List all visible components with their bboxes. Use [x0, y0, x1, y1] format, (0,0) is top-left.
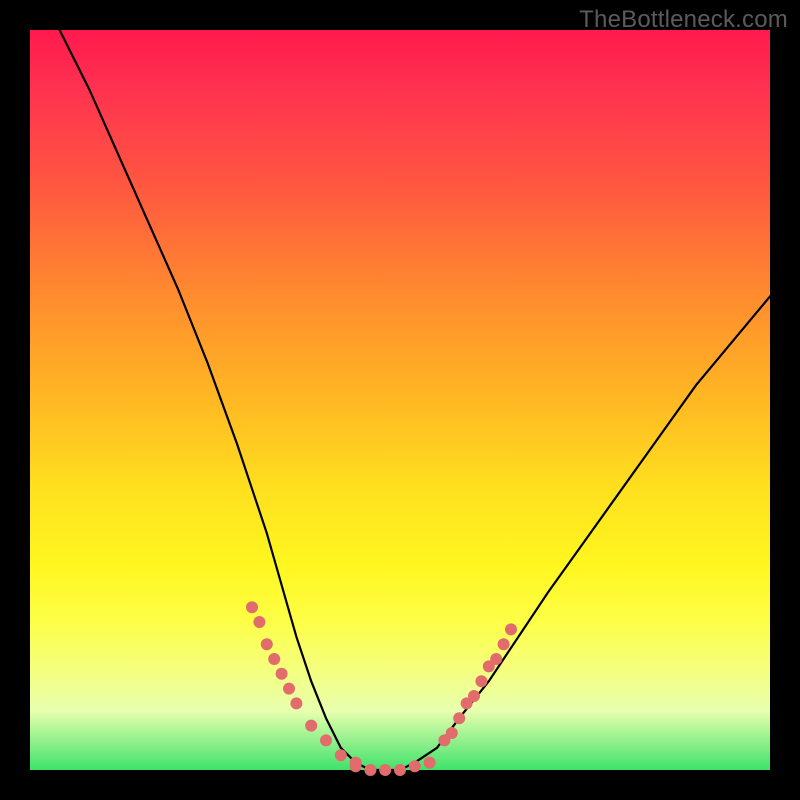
- data-point: [394, 764, 406, 776]
- data-point: [283, 683, 295, 695]
- data-point: [468, 690, 480, 702]
- data-point: [498, 638, 510, 650]
- bottleneck-curve: [60, 30, 770, 770]
- data-point: [290, 697, 302, 709]
- data-point: [490, 653, 502, 665]
- data-point: [268, 653, 280, 665]
- chart-overlay: [30, 30, 770, 770]
- data-point: [446, 727, 458, 739]
- data-point: [305, 720, 317, 732]
- data-point: [475, 675, 487, 687]
- data-point: [350, 760, 362, 772]
- chart-frame: TheBottleneck.com: [0, 0, 800, 800]
- data-point: [505, 623, 517, 635]
- data-point: [335, 749, 347, 761]
- data-point: [276, 668, 288, 680]
- data-point: [424, 757, 436, 769]
- data-point: [364, 764, 376, 776]
- data-point: [409, 760, 421, 772]
- data-point: [253, 616, 265, 628]
- data-point: [379, 764, 391, 776]
- data-point: [261, 638, 273, 650]
- data-point: [246, 601, 258, 613]
- data-markers: [246, 601, 517, 776]
- watermark-text: TheBottleneck.com: [579, 6, 788, 34]
- data-point: [453, 712, 465, 724]
- data-point: [320, 734, 332, 746]
